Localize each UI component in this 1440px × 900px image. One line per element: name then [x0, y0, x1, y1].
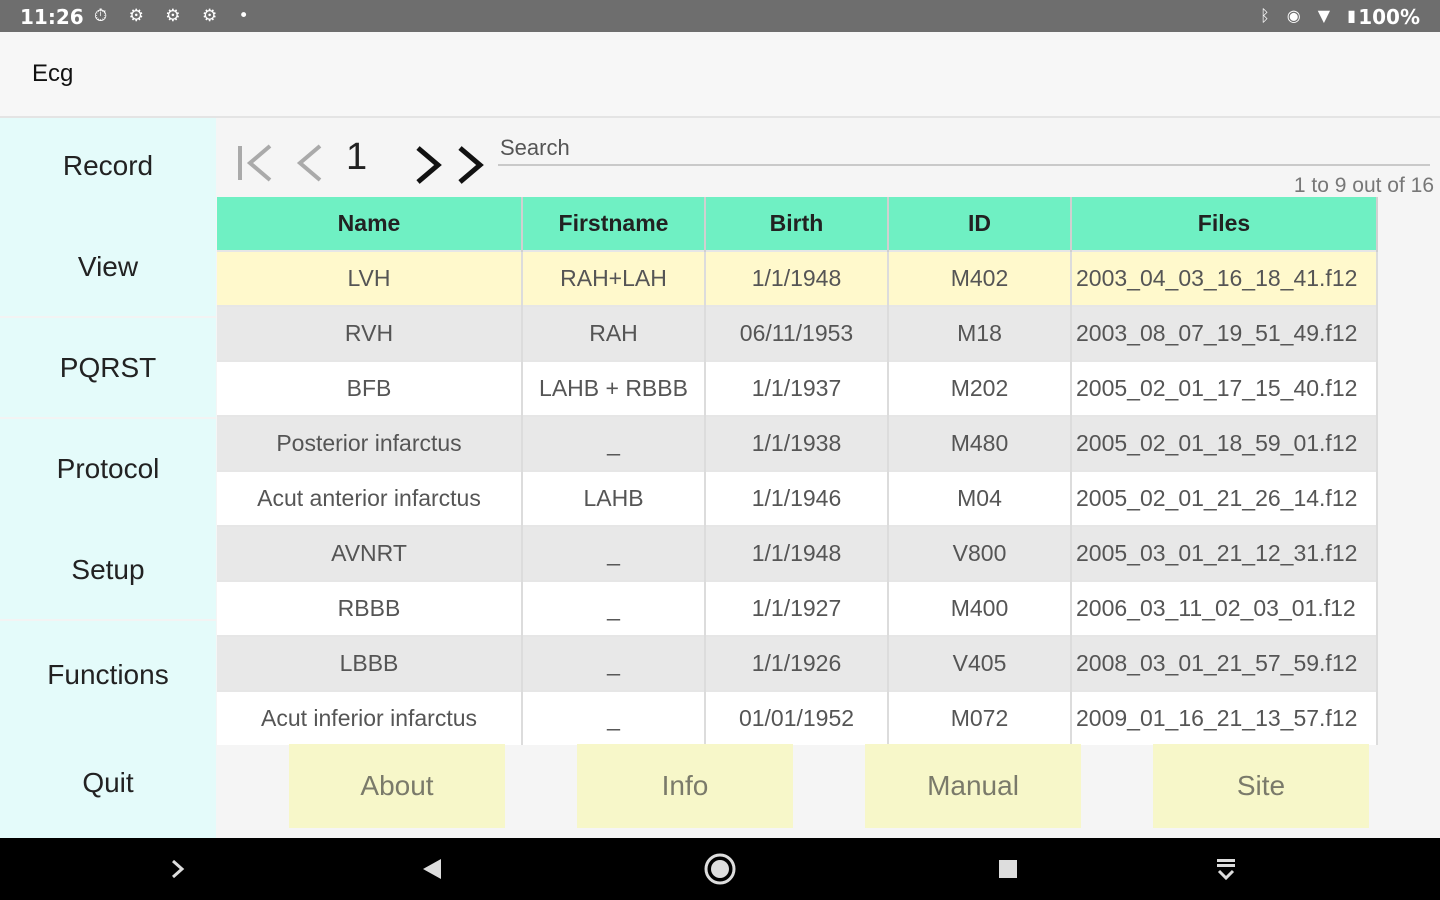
cell-id: M400: [888, 580, 1072, 636]
column-header-id[interactable]: ID: [888, 197, 1072, 251]
pagination: 1: [234, 136, 504, 186]
last-page-icon[interactable]: [452, 140, 486, 186]
cell-birth: 1/1/1948: [705, 250, 889, 306]
cell-firstname: _: [522, 580, 706, 636]
cell-name: RVH: [217, 305, 523, 361]
cell-birth: 1/1/1926: [705, 635, 889, 691]
sidebar-item-pqrst[interactable]: PQRST: [0, 352, 216, 384]
back-icon[interactable]: [412, 838, 452, 900]
manual-button[interactable]: Manual: [865, 744, 1081, 828]
chevron-right-icon[interactable]: [160, 838, 196, 900]
cell-files: 2005_02_01_17_15_40.f12: [1071, 360, 1378, 416]
cell-id: M18: [888, 305, 1072, 361]
battery-level: 100%: [1358, 5, 1420, 29]
about-button[interactable]: About: [289, 744, 505, 828]
cell-birth: 1/1/1938: [705, 415, 889, 471]
cell-firstname: LAHB + RBBB: [522, 360, 706, 416]
sidebar-item-setup[interactable]: Setup: [0, 554, 216, 586]
cell-id: M202: [888, 360, 1072, 416]
sidebar-item-quit[interactable]: Quit: [0, 767, 216, 799]
system-status-icons: ᛒ ◉ ▼ ▮: [1260, 6, 1362, 25]
keyboard-hide-icon[interactable]: [1206, 838, 1246, 900]
sidebar-divider: [0, 417, 216, 419]
cell-firstname: _: [522, 525, 706, 581]
cell-name: LVH: [217, 250, 523, 306]
cell-firstname: RAH+LAH: [522, 250, 706, 306]
cell-files: 2009_01_16_21_13_57.f12: [1071, 690, 1378, 745]
cell-name: Acut anterior infarctus: [217, 470, 523, 526]
cell-name: AVNRT: [217, 525, 523, 581]
sidebar-item-functions[interactable]: Functions: [0, 659, 216, 691]
cell-files: 2005_02_01_18_59_01.f12: [1071, 415, 1378, 471]
cell-id: M480: [888, 415, 1072, 471]
records-table: Name Firstname Birth ID Files LVH RAH+LA…: [217, 197, 1378, 745]
cell-firstname: RAH: [522, 305, 706, 361]
cell-files: 2005_03_01_21_12_31.f12: [1071, 525, 1378, 581]
cell-files: 2003_08_07_19_51_49.f12: [1071, 305, 1378, 361]
cell-id: V800: [888, 525, 1072, 581]
sidebar-item-protocol[interactable]: Protocol: [0, 453, 216, 485]
app-title: Ecg: [32, 60, 74, 87]
next-page-icon[interactable]: [410, 140, 444, 186]
table-row[interactable]: BFB LAHB + RBBB 1/1/1937 M202 2005_02_01…: [217, 360, 1378, 416]
table-row[interactable]: Posterior infarctus _ 1/1/1938 M480 2005…: [217, 415, 1378, 471]
table-header-row: Name Firstname Birth ID Files: [217, 197, 1378, 251]
home-icon[interactable]: [698, 838, 742, 900]
status-time: 11:26: [20, 5, 84, 29]
column-header-files[interactable]: Files: [1071, 197, 1378, 251]
cell-name: Posterior infarctus: [217, 415, 523, 471]
cell-firstname: _: [522, 635, 706, 691]
site-button[interactable]: Site: [1153, 744, 1369, 828]
cell-id: V405: [888, 635, 1072, 691]
cell-files: 2008_03_01_21_57_59.f12: [1071, 635, 1378, 691]
cell-name: LBBB: [217, 635, 523, 691]
cell-name: BFB: [217, 360, 523, 416]
table-row[interactable]: AVNRT _ 1/1/1948 V800 2005_03_01_21_12_3…: [217, 525, 1378, 581]
table-row[interactable]: RVH RAH 06/11/1953 M18 2003_08_07_19_51_…: [217, 305, 1378, 361]
cell-firstname: _: [522, 690, 706, 745]
table-row[interactable]: RBBB _ 1/1/1927 M400 2006_03_11_02_03_01…: [217, 580, 1378, 636]
table-row[interactable]: Acut anterior infarctus LAHB 1/1/1946 M0…: [217, 470, 1378, 526]
search-input[interactable]: [498, 132, 1430, 166]
status-bar: 11:26 ⏱ ⚙ ⚙ ⚙ • ᛒ ◉ ▼ ▮ 100%: [0, 0, 1440, 32]
notification-icons: ⏱ ⚙ ⚙ ⚙ •: [94, 6, 257, 26]
sidebar-divider: [0, 619, 216, 621]
cell-birth: 06/11/1953: [705, 305, 889, 361]
info-button[interactable]: Info: [577, 744, 793, 828]
cell-files: 2003_04_03_16_18_41.f12: [1071, 250, 1378, 306]
cell-birth: 01/01/1952: [705, 690, 889, 745]
table-row[interactable]: LBBB _ 1/1/1926 V405 2008_03_01_21_57_59…: [217, 635, 1378, 691]
cell-birth: 1/1/1937: [705, 360, 889, 416]
cell-birth: 1/1/1927: [705, 580, 889, 636]
main-content: 1 1 to 9 out of 16 Name Firstname Birth …: [216, 118, 1440, 838]
sidebar-item-record[interactable]: Record: [0, 150, 216, 182]
cell-name: Acut inferior infarctus: [217, 690, 523, 745]
results-count: 1 to 9 out of 16: [1293, 174, 1434, 197]
sidebar-divider: [0, 316, 216, 318]
cell-files: 2005_02_01_21_26_14.f12: [1071, 470, 1378, 526]
column-header-birth[interactable]: Birth: [705, 197, 889, 251]
cell-firstname: LAHB: [522, 470, 706, 526]
column-header-name[interactable]: Name: [217, 197, 523, 251]
table-row[interactable]: LVH RAH+LAH 1/1/1948 M402 2003_04_03_16_…: [217, 250, 1378, 306]
sidebar: Record View PQRST Protocol Setup Functio…: [0, 118, 216, 838]
app-bar: Ecg: [0, 32, 1440, 118]
system-navigation-bar: [0, 838, 1440, 900]
column-header-firstname[interactable]: Firstname: [522, 197, 706, 251]
previous-page-icon[interactable]: [294, 140, 328, 186]
table-row[interactable]: Acut inferior infarctus _ 01/01/1952 M07…: [217, 690, 1378, 745]
cell-files: 2006_03_11_02_03_01.f12: [1071, 580, 1378, 636]
cell-birth: 1/1/1946: [705, 470, 889, 526]
sidebar-item-view[interactable]: View: [0, 251, 216, 283]
page-number: 1: [346, 136, 368, 178]
cell-name: RBBB: [217, 580, 523, 636]
first-page-icon[interactable]: [234, 140, 278, 186]
cell-id: M072: [888, 690, 1072, 745]
cell-firstname: _: [522, 415, 706, 471]
cell-id: M402: [888, 250, 1072, 306]
cell-id: M04: [888, 470, 1072, 526]
recents-icon[interactable]: [988, 838, 1028, 900]
cell-birth: 1/1/1948: [705, 525, 889, 581]
